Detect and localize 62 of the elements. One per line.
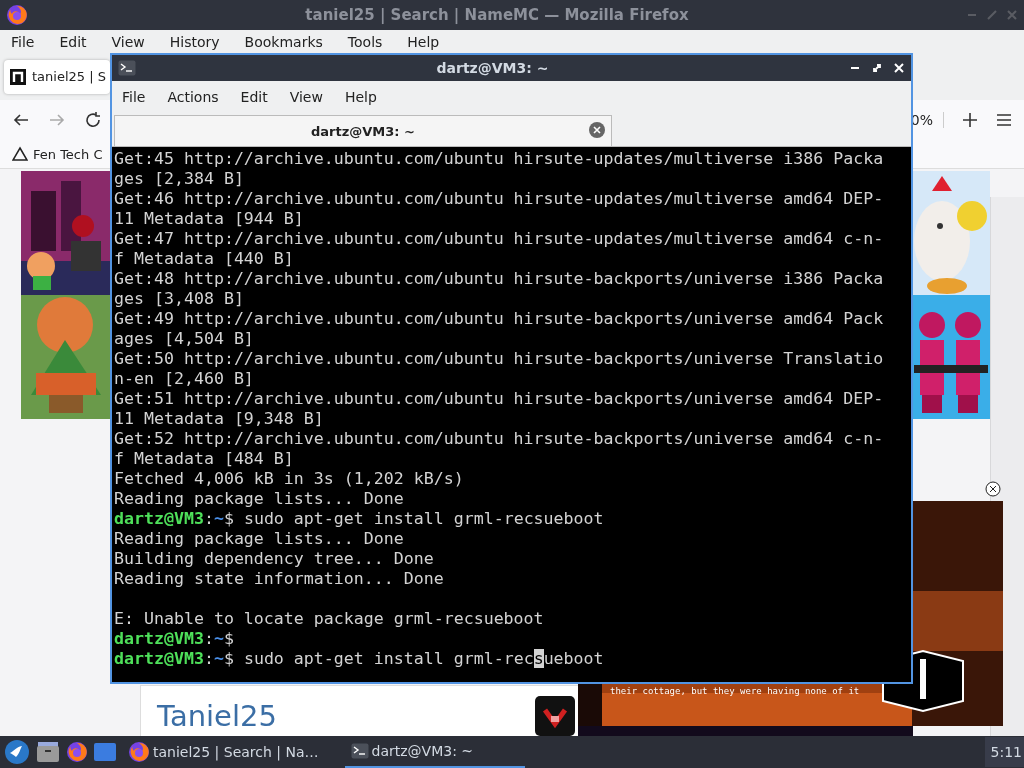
taskbar-button[interactable]: dartz@VM3: ~ xyxy=(344,736,525,768)
terminal-line: n-en [2,460 B] xyxy=(114,369,255,389)
bookmark-link[interactable]: Fen Tech C xyxy=(33,146,103,162)
menu-item[interactable]: Tools xyxy=(347,33,395,50)
terminal-tab[interactable]: dartz@VM3: ~ xyxy=(114,115,612,146)
bird-icon[interactable] xyxy=(4,739,30,765)
file-cabinet-icon[interactable] xyxy=(36,741,60,763)
window-title: taniel25 | Search | NameMC — Mozilla Firefox xyxy=(304,6,690,24)
terminal-line: f Metadata [440 B] xyxy=(114,249,295,269)
terminal-line: Reading package lists... Done xyxy=(114,489,405,509)
maximize-icon[interactable] xyxy=(871,62,883,74)
avatar-icon xyxy=(535,696,575,736)
video-caption: their cottage, but they were having none of it xyxy=(610,686,860,696)
window-title: dartz@VM3: ~ xyxy=(435,60,550,76)
menu-item[interactable]: Help xyxy=(407,33,452,50)
terminal-icon xyxy=(118,60,136,76)
warning-icon xyxy=(12,146,28,162)
terminal-line: Building dependency tree... Done xyxy=(114,549,435,569)
menu-item[interactable]: Edit xyxy=(59,33,99,50)
site-icon xyxy=(10,68,26,85)
terminal-line: Reading package lists... Done xyxy=(114,529,405,549)
close-icon[interactable] xyxy=(985,481,1001,497)
menu-item[interactable]: View xyxy=(289,89,323,105)
terminal-line: Get:47 http://archive.ubuntu.com/ubuntu hirsute-updates/multiverse amd64 c-n- xyxy=(114,229,885,249)
terminal-line: dartz@VM3:~$ sudo apt-get install grml-recsueboot xyxy=(114,649,605,669)
terminal-line: Fetched 4,006 kB in 3s (1,202 kB/s) xyxy=(114,469,465,489)
firefox-icon xyxy=(128,741,150,763)
terminal-line: ges [3,408 B] xyxy=(114,289,245,309)
terminal-line: f Metadata [484 B] xyxy=(114,449,295,469)
terminal-line: Get:45 http://archive.ubuntu.com/ubuntu hirsute-updates/multiverse i386 Packa xyxy=(114,149,885,169)
profile-name: Taniel25 xyxy=(157,699,277,733)
terminal-line: Get:51 http://archive.ubuntu.com/ubuntu hirsute-backports/universe amd64 DEP- xyxy=(114,389,885,409)
terminal-icon xyxy=(350,743,369,759)
terminal-line: E: Unable to locate package grml-recsueboot xyxy=(114,609,545,629)
terminal-line: Get:52 http://archive.ubuntu.com/ubuntu hirsute-backports/universe amd64 c-n- xyxy=(114,429,885,449)
clock[interactable]: 5:11 xyxy=(984,737,1024,767)
taskbar-button[interactable]: taniel25 | Search | Na… xyxy=(122,736,325,768)
menu-item[interactable]: File xyxy=(11,33,47,50)
menu-item[interactable]: Edit xyxy=(240,89,268,105)
firefox-icon[interactable] xyxy=(66,741,88,763)
terminal-line: ges [2,384 B] xyxy=(114,169,245,189)
zoom-in-icon[interactable] xyxy=(962,112,978,128)
terminal-line: Get:50 http://archive.ubuntu.com/ubuntu hirsute-backports/universe Translatio xyxy=(114,349,885,369)
terminal-line: Get:49 http://archive.ubuntu.com/ubuntu hirsute-backports/universe amd64 Pack xyxy=(114,309,885,329)
terminal-line: 11 Metadata [9,348 B] xyxy=(114,409,325,429)
terminal-line: Reading state information... Done xyxy=(114,569,445,589)
menu-item[interactable]: Bookmarks xyxy=(244,33,335,50)
terminal-line: Get:46 http://archive.ubuntu.com/ubuntu hirsute-updates/multiverse amd64 DEP- xyxy=(114,189,885,209)
terminal-line: 11 Metadata [944 B] xyxy=(114,209,305,229)
menu-item[interactable]: View xyxy=(111,33,157,50)
menu-icon[interactable] xyxy=(996,112,1012,128)
menu-item[interactable]: Help xyxy=(344,89,377,105)
menu-item[interactable]: Actions xyxy=(167,89,219,105)
terminal-line: ages [4,504 B] xyxy=(114,329,255,349)
terminal-line: dartz@VM3:~$ xyxy=(114,629,235,649)
terminal-line: dartz@VM3:~$ sudo apt-get install grml-recsueboot xyxy=(114,509,605,529)
browser-tab[interactable]: taniel25 | S xyxy=(4,59,110,94)
terminal-line: Get:48 http://archive.ubuntu.com/ubuntu hirsute-backports/universe i386 Packa xyxy=(114,269,885,289)
menu-item[interactable]: History xyxy=(169,33,232,50)
reload-icon[interactable] xyxy=(84,111,102,129)
menu-item[interactable]: File xyxy=(122,89,146,105)
firefox-icon xyxy=(6,4,28,26)
